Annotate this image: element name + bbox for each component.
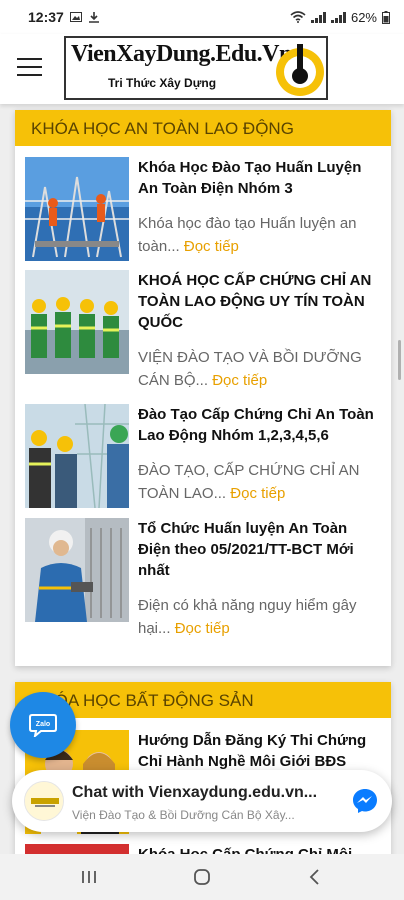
messenger-icon[interactable] [352,788,378,814]
section-title: KHÓA HỌC AN TOÀN LAO ĐỘNG [15,110,391,146]
download-icon [88,12,99,23]
signal-icon [310,11,326,23]
signal-icon-2 [330,11,346,23]
article-thumbnail[interactable] [25,518,129,622]
read-more-link[interactable]: Đọc tiếp [230,485,285,502]
read-more-link[interactable]: Đọc tiếp [175,620,230,637]
article-title[interactable]: KHOÁ HỌC CẤP CHỨNG CHỈ AN TOÀN LAO ĐỘNG … [138,270,378,333]
fab-label: Zalo [36,721,50,728]
recent-apps-icon[interactable] [74,864,104,890]
home-icon[interactable] [187,864,217,890]
article-title[interactable]: Khóa Học Đào Tạo Huấn Luyện An Toàn Điện… [138,157,378,199]
battery-percent: 62% [350,9,377,25]
menu-icon[interactable] [17,58,42,76]
article-thumbnail[interactable] [25,404,129,508]
logo-title: VienXayDung.Edu.Vn [71,41,292,67]
article-excerpt: VIỆN ĐÀO TẠO VÀ BỒI DƯỠNG CÁN BỘ... Đọc … [138,349,362,389]
read-more-link[interactable]: Đọc tiếp [212,372,267,389]
chat-avatar [24,781,64,821]
battery-icon [382,10,390,24]
back-icon[interactable] [300,864,330,890]
list-item[interactable]: Đào Tạo Cấp Chứng Chỉ An Toàn Lao Động N… [25,404,381,514]
article-title[interactable]: Hướng Dẫn Đăng Ký Thi Chứng Chỉ Hành Ngh… [138,730,378,772]
status-time: 12:37 [28,9,64,25]
logo-mark-icon [276,44,324,96]
article-excerpt: Khóa học đào tạo Huấn luyện an toàn... Đ… [138,215,357,255]
site-header: VienXayDung.Edu.Vn Tri Thức Xây Dựng [0,34,404,104]
status-bar: 12:37 62% [0,0,404,34]
chat-title: Chat with Vienxaydung.edu.vn... [72,784,318,801]
zalo-icon: Zalo [29,714,57,737]
list-item[interactable]: Khóa Học Đào Tạo Huấn Luyện An Toàn Điện… [25,157,381,267]
article-title[interactable]: Tổ Chức Huấn luyện An Toàn Điện theo 05/… [138,518,378,581]
article-thumbnail[interactable] [25,270,129,374]
chat-subtitle: Viện Đào Tạo & Bồi Dưỡng Cán Bộ Xây... [72,808,295,822]
site-logo[interactable]: VienXayDung.Edu.Vn Tri Thức Xây Dựng [64,36,328,100]
section-safety-courses: KHÓA HỌC AN TOÀN LAO ĐỘNG Khóa Học Đào T… [15,110,391,666]
wifi-icon [290,11,306,23]
read-more-link[interactable]: Đọc tiếp [184,238,239,255]
article-excerpt: ĐÀO TẠO, CẤP CHỨNG CHỈ AN TOÀN LAO... Đọ… [138,462,360,502]
list-item[interactable]: KHOÁ HỌC CẤP CHỨNG CHỈ AN TOÀN LAO ĐỘNG … [25,270,381,400]
zalo-chat-button[interactable]: Zalo [10,692,76,758]
article-title[interactable]: Đào Tạo Cấp Chứng Chỉ An Toàn Lao Động N… [138,404,378,446]
messenger-chat-bar[interactable]: Chat with Vienxaydung.edu.vn... Viện Đào… [12,770,392,832]
logo-subtitle: Tri Thức Xây Dựng [108,76,217,90]
scrollbar[interactable] [398,340,401,380]
gallery-icon [69,12,82,22]
article-excerpt: Điện có khả năng nguy hiểm gây hại... Đọ… [138,597,357,637]
list-item[interactable]: Tổ Chức Huấn luyện An Toàn Điện theo 05/… [25,518,381,648]
article-thumbnail[interactable] [25,157,129,261]
system-nav-bar [0,854,404,900]
